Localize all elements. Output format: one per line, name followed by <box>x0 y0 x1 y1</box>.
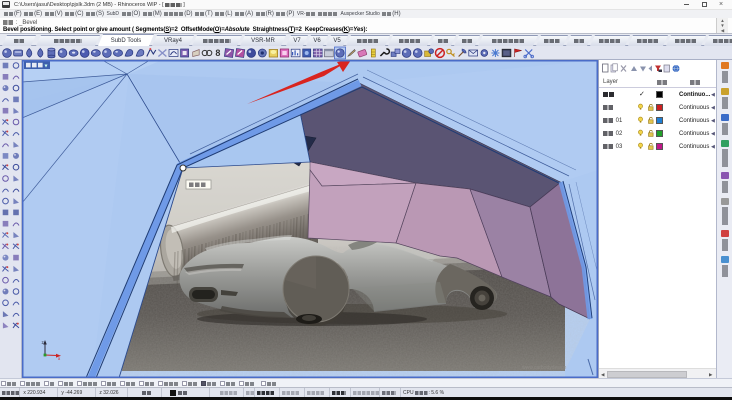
svg-text:▾: ▾ <box>45 64 48 70</box>
svg-text:8: 8 <box>215 48 220 58</box>
